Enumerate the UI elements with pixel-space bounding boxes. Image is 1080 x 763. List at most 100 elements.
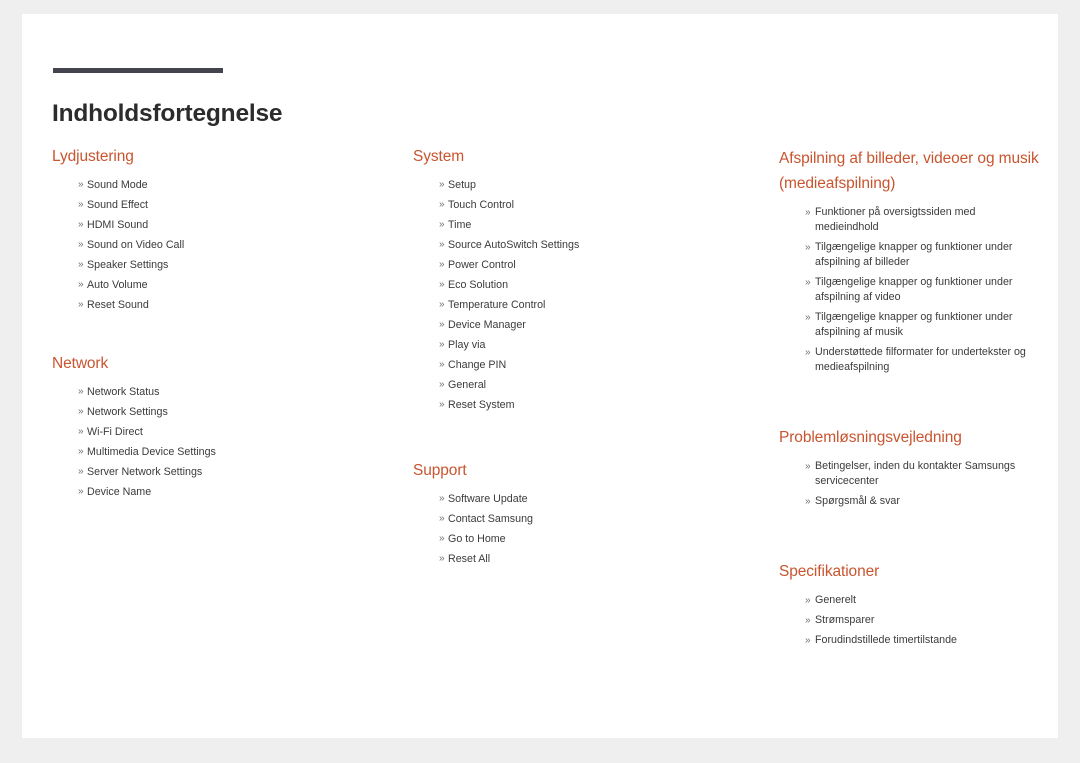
section-network: Network » Network Status » Network Setting… xyxy=(52,353,382,502)
list-item[interactable]: » Tilgængelige knapper og funktioner unde… xyxy=(805,240,1041,275)
list-item[interactable]: » Network Settings xyxy=(78,402,382,422)
list-item[interactable]: » HDMI Sound xyxy=(78,215,382,235)
section-heading-specifikationer[interactable]: Specifikationer xyxy=(779,559,1041,584)
list-item-label: Sound Mode xyxy=(87,179,148,191)
chevron-marker-icon: » xyxy=(805,595,811,606)
list-item[interactable]: » Funktioner på oversigtssiden med mediei… xyxy=(805,205,1041,240)
list-item-label: Multimedia Device Settings xyxy=(87,446,216,458)
column-right: Afspilning af billeder, videoer og musik… xyxy=(779,146,1041,653)
list-item[interactable]: » Temperature Control xyxy=(439,295,743,315)
chevron-marker-icon: » xyxy=(805,635,811,646)
list-item[interactable]: » Reset All xyxy=(439,549,743,569)
list-item[interactable]: » Time xyxy=(439,215,743,235)
section-lydjustering: Lydjustering » Sound Mode » Sound Effect »… xyxy=(52,146,382,315)
list-item[interactable]: » General xyxy=(439,375,743,395)
list-item[interactable]: » Reset Sound xyxy=(78,295,382,315)
section-support: Support » Software Update » Contact Samsun… xyxy=(413,460,743,569)
section-specifikationer: Specifikationer » Generelt » Strømsparer »… xyxy=(779,559,1041,653)
chevron-marker-icon: » xyxy=(439,553,445,564)
section-heading-problemloesning[interactable]: Problemløsningsvejledning xyxy=(779,425,1041,450)
section-medieafspilning: Afspilning af billeder, videoer og musik… xyxy=(779,146,1041,380)
list-item[interactable]: » Touch Control xyxy=(439,195,743,215)
document-page: Indholdsfortegnelse Lydjustering » Sound … xyxy=(22,14,1058,738)
chevron-marker-icon: » xyxy=(439,379,445,390)
list-item[interactable]: » Generelt xyxy=(805,593,1041,613)
list-item[interactable]: » Eco Solution xyxy=(439,275,743,295)
list-item-label: Strømsparer xyxy=(815,614,875,626)
list-item-label: Time xyxy=(448,219,472,231)
list-item[interactable]: » Network Status xyxy=(78,382,382,402)
list-item[interactable]: » Spørgsmål & svar xyxy=(805,494,1041,514)
list-item[interactable]: » Speaker Settings xyxy=(78,255,382,275)
list-item[interactable]: » Power Control xyxy=(439,255,743,275)
list-item[interactable]: » Change PIN xyxy=(439,355,743,375)
list-item-label: Contact Samsung xyxy=(448,513,533,525)
list-item[interactable]: » Forudindstillede timertilstande xyxy=(805,633,1041,653)
list-item-label: Spørgsmål & svar xyxy=(815,495,900,507)
list-item[interactable]: » Go to Home xyxy=(439,529,743,549)
list-item-label: Reset All xyxy=(448,553,491,565)
chevron-marker-icon: » xyxy=(78,199,84,210)
section-heading-lydjustering[interactable]: Lydjustering xyxy=(52,146,382,167)
chevron-marker-icon: » xyxy=(78,486,84,497)
chevron-marker-icon: » xyxy=(78,386,84,397)
list-item-label: Play via xyxy=(448,339,486,351)
list-item[interactable]: » Sound on Video Call xyxy=(78,235,382,255)
title-rule xyxy=(53,68,223,73)
list-item[interactable]: » Source AutoSwitch Settings xyxy=(439,235,743,255)
list-item[interactable]: » Device Name xyxy=(78,482,382,502)
chevron-marker-icon: » xyxy=(439,259,445,270)
section-problemloesning: Problemløsningsvejledning » Betingelser, … xyxy=(779,425,1041,514)
list-item[interactable]: » Multimedia Device Settings xyxy=(78,442,382,462)
list-item-label: Reset System xyxy=(448,399,515,411)
chevron-marker-icon: » xyxy=(439,339,445,350)
list-item[interactable]: » Sound Mode xyxy=(78,175,382,195)
list-item[interactable]: » Wi-Fi Direct xyxy=(78,422,382,442)
chevron-marker-icon: » xyxy=(805,312,811,323)
list-item[interactable]: » Contact Samsung xyxy=(439,509,743,529)
list-item-label: Network Status xyxy=(87,386,160,398)
list-item[interactable]: » Sound Effect xyxy=(78,195,382,215)
section-heading-medieafspilning[interactable]: Afspilning af billeder, videoer og musik… xyxy=(779,146,1041,196)
chevron-marker-icon: » xyxy=(78,466,84,477)
list-item[interactable]: » Device Manager xyxy=(439,315,743,335)
chevron-marker-icon: » xyxy=(78,299,84,310)
section-heading-network[interactable]: Network xyxy=(52,353,382,374)
list-item-label: Touch Control xyxy=(448,199,514,211)
list-item[interactable]: » Tilgængelige knapper og funktioner unde… xyxy=(805,275,1041,310)
list-item[interactable]: » Tilgængelige knapper og funktioner unde… xyxy=(805,310,1041,345)
section-heading-system[interactable]: System xyxy=(413,146,743,167)
chevron-marker-icon: » xyxy=(439,199,445,210)
page-title: Indholdsfortegnelse xyxy=(52,100,283,128)
chevron-marker-icon: » xyxy=(439,533,445,544)
chevron-marker-icon: » xyxy=(805,207,811,218)
list-item[interactable]: » Understøttede filformater for underteks… xyxy=(805,345,1041,380)
list-item-label: HDMI Sound xyxy=(87,219,149,231)
list-item-label: Tilgængelige knapper og funktioner under… xyxy=(815,276,1013,303)
section-heading-support[interactable]: Support xyxy=(413,460,743,481)
list-item[interactable]: » Betingelser, inden du kontakter Samsung… xyxy=(805,459,1041,494)
list-item[interactable]: » Setup xyxy=(439,175,743,195)
list-item-label: Speaker Settings xyxy=(87,259,169,271)
list-item[interactable]: » Server Network Settings xyxy=(78,462,382,482)
list-item-label: Auto Volume xyxy=(87,279,148,291)
chevron-marker-icon: » xyxy=(78,219,84,230)
item-list-specifikationer: » Generelt » Strømsparer » Forudindstillede… xyxy=(779,593,1041,653)
list-item[interactable]: » Software Update xyxy=(439,489,743,509)
chevron-marker-icon: » xyxy=(439,299,445,310)
list-item[interactable]: » Strømsparer xyxy=(805,613,1041,633)
list-item[interactable]: » Reset System xyxy=(439,395,743,415)
list-item[interactable]: » Play via xyxy=(439,335,743,355)
list-item-label: Network Settings xyxy=(87,406,168,418)
chevron-marker-icon: » xyxy=(439,319,445,330)
list-item-label: Setup xyxy=(448,179,476,191)
chevron-marker-icon: » xyxy=(78,179,84,190)
list-item-label: Sound Effect xyxy=(87,199,149,211)
section-system: System » Setup » Touch Control » Time » Sour… xyxy=(413,146,743,415)
list-item[interactable]: » Auto Volume xyxy=(78,275,382,295)
list-item-label: Reset Sound xyxy=(87,299,149,311)
chevron-marker-icon: » xyxy=(439,359,445,370)
